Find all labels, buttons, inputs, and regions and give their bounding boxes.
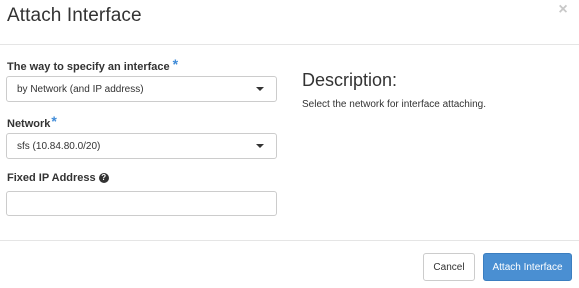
attach-interface-button[interactable]: Attach Interface bbox=[483, 253, 572, 281]
description-text: Select the network for interface attachi… bbox=[302, 99, 486, 110]
fixed-ip-label: Fixed IP Address? bbox=[7, 172, 109, 184]
required-indicator: * bbox=[51, 113, 57, 129]
network-selected-value: sfs (10.84.80.0/20) bbox=[17, 140, 101, 152]
interface-way-select[interactable]: by Network (and IP address) bbox=[6, 76, 277, 102]
interface-way-label-text: The way to specify an interface bbox=[7, 61, 170, 73]
interface-way-label: The way to specify an interface * bbox=[7, 56, 179, 73]
description-heading: Description: bbox=[302, 70, 398, 90]
fixed-ip-input[interactable] bbox=[6, 191, 277, 216]
dialog-header: Attach Interface × bbox=[0, 0, 579, 45]
caret-down-icon bbox=[256, 87, 264, 91]
caret-down-icon bbox=[256, 144, 264, 148]
close-icon[interactable]: × bbox=[556, 2, 570, 18]
network-select[interactable]: sfs (10.84.80.0/20) bbox=[6, 133, 277, 159]
attach-interface-dialog: Attach Interface × The way to specify an… bbox=[0, 0, 579, 288]
network-label-text: Network bbox=[7, 118, 51, 130]
fixed-ip-label-text: Fixed IP Address bbox=[7, 172, 96, 184]
interface-way-selected-value: by Network (and IP address) bbox=[17, 83, 144, 95]
help-icon[interactable]: ? bbox=[98, 173, 109, 183]
cancel-button[interactable]: Cancel bbox=[423, 253, 475, 281]
dialog-title: Attach Interface bbox=[7, 5, 142, 26]
required-indicator: * bbox=[172, 56, 179, 72]
network-label: Network* bbox=[7, 113, 57, 130]
